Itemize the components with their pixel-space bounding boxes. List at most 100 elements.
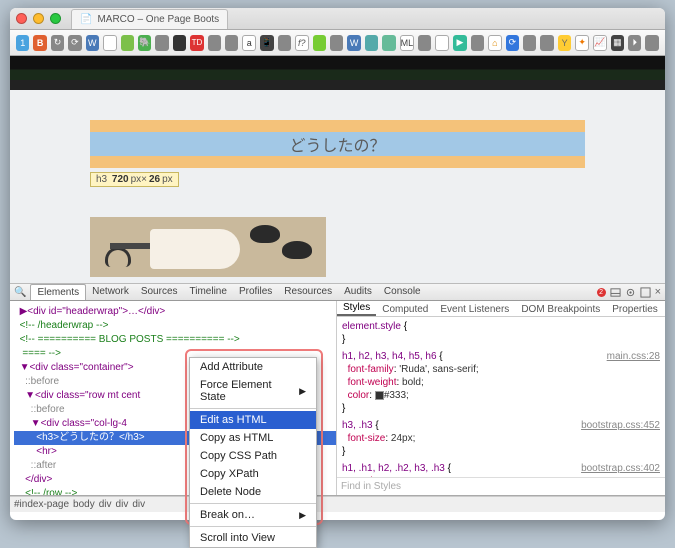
heading-h3: どうしたの？ [289, 132, 385, 156]
menu-item[interactable]: Copy XPath [190, 465, 316, 483]
ext-icon[interactable]: B [33, 35, 46, 51]
minimize-window-icon[interactable] [33, 13, 44, 24]
style-tab-props[interactable]: Properties [606, 303, 664, 316]
ext-icon[interactable]: ⌂ [488, 35, 502, 51]
ext-icon[interactable]: W [347, 35, 360, 51]
devtools-panel-tabs: Elements Network Sources Timeline Profil… [30, 284, 426, 300]
hero-image [10, 56, 665, 90]
crumb-item[interactable]: div [116, 499, 129, 510]
crumb-item[interactable]: #index-page [14, 499, 69, 510]
style-tab-styles[interactable]: Styles [337, 301, 376, 316]
source-link[interactable]: bootstrap.css:402 [581, 462, 660, 475]
menu-item[interactable]: Scroll into View [190, 529, 316, 547]
ext-icon[interactable]: 🐘 [138, 35, 151, 51]
close-icon[interactable]: × [655, 286, 661, 298]
window-controls [16, 13, 61, 24]
ext-icon[interactable] [278, 35, 291, 51]
panel-tab-resources[interactable]: Resources [278, 284, 338, 300]
ext-icon[interactable]: ML [400, 35, 415, 51]
ext-icon[interactable]: 1 [16, 35, 29, 51]
ext-icon[interactable] [313, 35, 326, 51]
source-link[interactable]: bootstrap.css:452 [581, 419, 660, 432]
error-badge[interactable]: 2 [597, 288, 606, 297]
ext-icon[interactable] [225, 35, 238, 51]
ext-icon[interactable]: Y [558, 35, 571, 51]
breadcrumb: #index-page body div div div [10, 496, 665, 512]
browser-tab[interactable]: 📄 MARCO – One Page Boots [71, 9, 228, 29]
menu-item[interactable]: Add Attribute [190, 358, 316, 376]
ext-icon[interactable] [155, 35, 168, 51]
ext-icon[interactable] [365, 35, 378, 51]
menu-item[interactable]: Edit as HTML [190, 411, 316, 429]
crumb-item[interactable]: body [73, 499, 95, 510]
dock-icon[interactable] [640, 287, 651, 298]
ext-icon[interactable] [645, 35, 658, 51]
menu-item[interactable]: Delete Node [190, 483, 316, 501]
source-link[interactable]: main.css:28 [607, 350, 660, 363]
ext-icon[interactable] [173, 35, 186, 51]
ext-icon[interactable]: ↻ [51, 35, 64, 51]
extension-toolbar: 1 B ↻ ⟳ W 🐘 TD a 📱 f? W ML ▶ ⌂ ⟳ Y ✦ 📈 ▦ [10, 30, 665, 56]
page-viewport: どうしたの？ h3 720px × 26px [10, 56, 665, 283]
ext-icon[interactable]: W [86, 35, 99, 51]
element-highlight: どうしたの？ [90, 132, 585, 156]
style-tab-events[interactable]: Event Listeners [434, 303, 515, 316]
ext-icon[interactable] [540, 35, 553, 51]
context-menu: Add AttributeForce Element State▶ Edit as… [189, 357, 317, 548]
color-swatch[interactable] [375, 391, 384, 400]
style-tabs: Styles Computed Event Listeners DOM Brea… [337, 301, 665, 317]
style-tab-computed[interactable]: Computed [376, 303, 434, 316]
ext-icon[interactable]: ✦ [575, 35, 589, 51]
close-window-icon[interactable] [16, 13, 27, 24]
menu-item[interactable]: Copy CSS Path [190, 447, 316, 465]
inspect-icon[interactable]: 🔍 [14, 287, 26, 298]
ext-icon[interactable] [418, 35, 431, 51]
ext-icon[interactable]: 📈 [593, 35, 607, 51]
ext-icon[interactable]: 📱 [260, 35, 273, 51]
find-in-styles[interactable]: Find in Styles [337, 477, 665, 495]
devtools-toolbar: 🔍 Elements Network Sources Timeline Prof… [10, 283, 665, 301]
menu-item[interactable]: Force Element State▶ [190, 376, 316, 406]
ext-icon[interactable]: ▦ [611, 35, 624, 51]
ext-icon[interactable]: f? [295, 35, 309, 51]
panel-tab-timeline[interactable]: Timeline [184, 284, 233, 300]
blog-image [90, 217, 326, 277]
devtools-body: ▶<div id="headerwrap">…</div> <!-- /head… [10, 301, 665, 496]
panel-tab-network[interactable]: Network [86, 284, 135, 300]
margin-highlight [90, 156, 585, 168]
drawer-icon[interactable] [610, 287, 621, 298]
ext-icon[interactable] [330, 35, 343, 51]
ext-icon[interactable] [523, 35, 536, 51]
ext-icon[interactable]: TD [190, 35, 203, 51]
styles-list[interactable]: element.style {} main.css:28 h1, h2, h3,… [337, 317, 665, 495]
ext-icon[interactable] [382, 35, 395, 51]
crumb-item[interactable]: div [99, 499, 112, 510]
ext-icon[interactable]: ⏵ [628, 35, 641, 51]
ext-icon[interactable] [435, 35, 449, 51]
dimension-tooltip: h3 720px × 26px [90, 172, 179, 187]
tab-strip: 📄 MARCO – One Page Boots [10, 8, 665, 30]
browser-window: 📄 MARCO – One Page Boots 1 B ↻ ⟳ W 🐘 TD … [10, 8, 665, 520]
ext-icon[interactable] [103, 35, 117, 51]
ext-icon[interactable]: ▶ [453, 35, 466, 51]
ext-icon[interactable]: ⟳ [506, 35, 519, 51]
panel-tab-sources[interactable]: Sources [135, 284, 184, 300]
settings-icon[interactable] [625, 287, 636, 298]
menu-item[interactable]: Copy as HTML [190, 429, 316, 447]
crumb-item[interactable]: div [132, 499, 145, 510]
panel-tab-profiles[interactable]: Profiles [233, 284, 278, 300]
ext-icon[interactable] [121, 35, 134, 51]
menu-item[interactable]: Break on…▶ [190, 506, 316, 524]
zoom-window-icon[interactable] [50, 13, 61, 24]
tab-title: MARCO – One Page Boots [97, 14, 219, 25]
ext-icon[interactable] [208, 35, 221, 51]
ext-icon[interactable]: a [242, 35, 256, 51]
panel-tab-audits[interactable]: Audits [338, 284, 378, 300]
margin-highlight [90, 120, 585, 132]
ext-icon[interactable]: ⟳ [68, 35, 81, 51]
panel-tab-elements[interactable]: Elements [30, 284, 86, 300]
panel-tab-console[interactable]: Console [378, 284, 427, 300]
ext-icon[interactable] [471, 35, 484, 51]
page-icon: 📄 [80, 14, 92, 25]
style-tab-dombp[interactable]: DOM Breakpoints [515, 303, 606, 316]
